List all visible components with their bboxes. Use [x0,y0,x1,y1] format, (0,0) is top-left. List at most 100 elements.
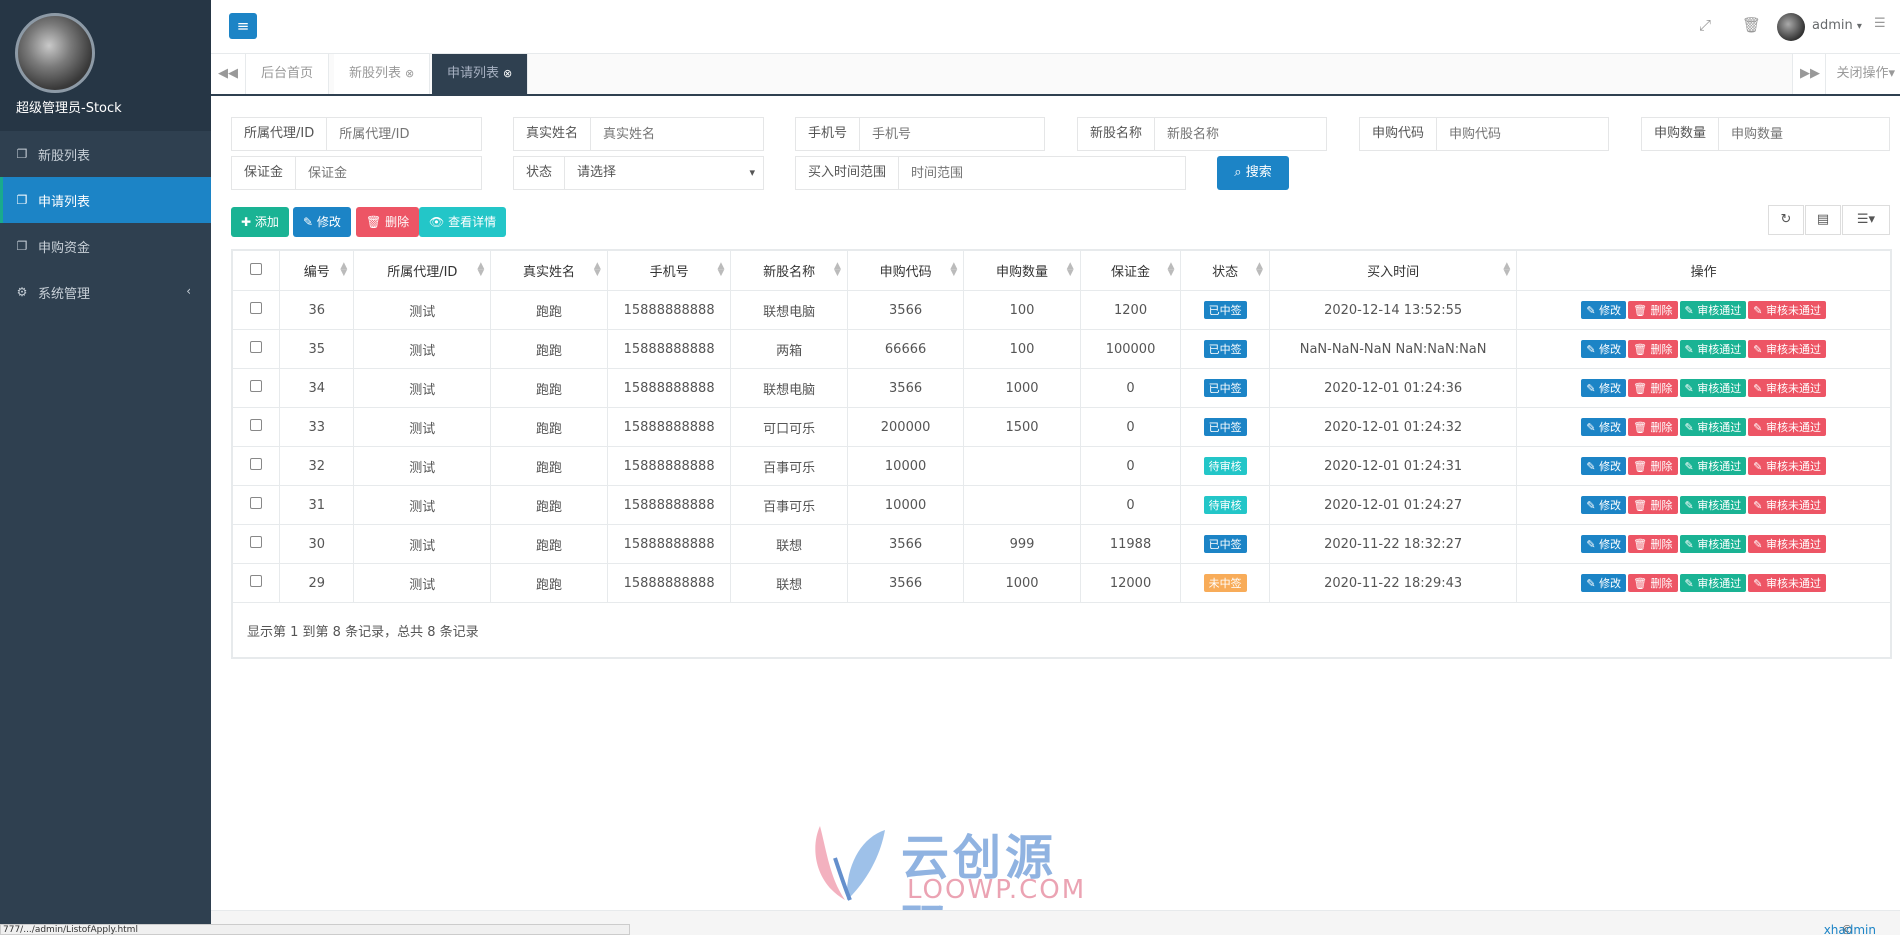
row-checkbox[interactable] [250,497,263,509]
row-delete-button[interactable]: 🗑 删除 [1628,535,1678,553]
cell-time: NaN-NaN-NaN NaN:NaN:NaN [1268,329,1518,369]
row-delete-button[interactable]: 🗑 删除 [1628,457,1678,475]
table-row[interactable]: 30 测试 跑跑 15888888888 联想 3566 999 11988 已中签 2020-1… [231,524,1891,564]
row-reject-button[interactable]: ✎ 审核未通过 [1748,418,1826,436]
column-header[interactable]: 买入时间 ▲ ▼ [1268,250,1518,291]
row-reject-button[interactable]: ✎ 审核未通过 [1748,301,1826,319]
user-menu[interactable]: admin ▾ [1812,18,1862,33]
time-range-input[interactable] [899,157,1185,189]
tab-apply[interactable]: 申请列表 ⊗ [432,54,529,94]
row-checkbox[interactable] [250,341,263,353]
table-row[interactable]: 36 测试 跑跑 15888888888 联想电脑 3566 100 1200 已中签 2020-… [231,290,1891,330]
trash-icon[interactable]: 🗑 [1742,16,1761,34]
edit-button[interactable]: ✎ 修改 [293,207,351,237]
tab-newstock[interactable]: 新股列表 ⊗ [334,54,431,94]
table-row[interactable]: 31 测试 跑跑 15888888888 百事可乐 10000 0 待审核 2020-12-01… [231,485,1891,525]
close-icon[interactable]: ⊗ [405,67,414,80]
row-approve-button[interactable]: ✎ 审核通过 [1679,535,1747,553]
table-row[interactable]: 29 测试 跑跑 15888888888 联想 3566 1000 12000 未中签 2020-… [231,563,1891,603]
close-ops-dropdown[interactable]: 关闭操作▾ [1825,54,1900,94]
column-header[interactable]: 手机号 ▲ ▼ [606,250,732,291]
table-row[interactable]: 32 测试 跑跑 15888888888 百事可乐 10000 0 待审核 2020-12-01… [231,446,1891,486]
list-icon[interactable]: ☰ [1874,16,1886,31]
row-approve-button[interactable]: ✎ 审核通过 [1679,301,1747,319]
cell-qty: 1500 [963,407,1081,447]
tab-scroll-left-button[interactable]: ◀◀ [211,54,246,94]
menu-toggle-button[interactable]: ≡ [229,13,257,39]
row-reject-button[interactable]: ✎ 审核未通过 [1748,457,1826,475]
toggle-view-button[interactable]: ▤ [1805,205,1841,235]
row-reject-button[interactable]: ✎ 审核未通过 [1748,496,1826,514]
footer-brand-link[interactable]: xhadmin [1824,923,1876,935]
column-header[interactable]: 真实姓名 ▲ ▼ [490,250,608,291]
tab-scroll-right-button[interactable]: ▶▶ [1792,54,1827,94]
sidebar-item-1[interactable]: ❐ 申请列表 [0,177,211,223]
column-header[interactable]: 申购数量 ▲ ▼ [963,250,1081,291]
row-delete-button[interactable]: 🗑 删除 [1628,496,1678,514]
row-edit-button[interactable]: ✎ 修改 [1581,574,1627,592]
row-checkbox[interactable] [250,458,263,470]
name-input[interactable] [591,118,763,150]
row-edit-button[interactable]: ✎ 修改 [1581,535,1627,553]
search-button[interactable]: ⌕ 搜索 [1217,156,1289,190]
stock-input[interactable] [1155,118,1326,150]
row-reject-button[interactable]: ✎ 审核未通过 [1748,379,1826,397]
row-delete-button[interactable]: 🗑 删除 [1628,574,1678,592]
phone-input[interactable] [860,118,1044,150]
add-button[interactable]: ✚ 添加 [231,207,289,237]
row-delete-button[interactable]: 🗑 删除 [1628,340,1678,358]
row-edit-button[interactable]: ✎ 修改 [1581,379,1627,397]
row-approve-button[interactable]: ✎ 审核通过 [1679,496,1747,514]
refresh-button[interactable]: ↻ [1768,205,1804,235]
table-row[interactable]: 35 测试 跑跑 15888888888 两箱 66666 100 100000 已中签 NaN-… [231,329,1891,369]
fullscreen-icon[interactable]: ⤢ [1699,16,1711,34]
row-approve-button[interactable]: ✎ 审核通过 [1679,418,1747,436]
close-icon[interactable]: ⊗ [503,67,512,80]
select-all-checkbox[interactable] [250,262,263,275]
sidebar-item-2[interactable]: ❐ 申购资金 [0,223,211,269]
qty-input[interactable] [1719,118,1889,150]
profile-name[interactable]: 超级管理员-Stock [16,97,122,116]
row-approve-button[interactable]: ✎ 审核通过 [1679,457,1747,475]
trash-icon: 🗑 [1633,577,1651,590]
row-checkbox[interactable] [250,575,263,587]
row-edit-button[interactable]: ✎ 修改 [1581,418,1627,436]
table-row[interactable]: 34 测试 跑跑 15888888888 联想电脑 3566 1000 0 已中签 2020-12… [231,368,1891,408]
row-approve-button[interactable]: ✎ 审核通过 [1679,379,1747,397]
column-header[interactable]: 编号 ▲ ▼ [279,250,355,291]
user-avatar[interactable] [1777,13,1805,41]
column-header[interactable]: 新股名称 ▲ ▼ [730,250,848,291]
delete-button[interactable]: 🗑 删除 [356,207,420,237]
row-checkbox[interactable] [250,536,263,548]
row-edit-button[interactable]: ✎ 修改 [1581,496,1627,514]
column-header[interactable]: 状态 ▲ ▼ [1180,250,1270,291]
sidebar-item-0[interactable]: ❐ 新股列表 [0,131,211,177]
agent-input[interactable] [327,118,481,150]
columns-dropdown[interactable]: ☰▾ [1842,205,1890,235]
avatar[interactable] [15,13,95,93]
row-edit-button[interactable]: ✎ 修改 [1581,301,1627,319]
row-checkbox[interactable] [250,419,263,431]
row-delete-button[interactable]: 🗑 删除 [1628,301,1678,319]
row-delete-button[interactable]: 🗑 删除 [1628,418,1678,436]
code-input[interactable] [1437,118,1608,150]
row-reject-button[interactable]: ✎ 审核未通过 [1748,535,1826,553]
deposit-input[interactable] [296,157,481,189]
row-edit-button[interactable]: ✎ 修改 [1581,457,1627,475]
column-header[interactable]: 申购代码 ▲ ▼ [846,250,965,291]
row-edit-button[interactable]: ✎ 修改 [1581,340,1627,358]
sidebar-item-3[interactable]: ⚙ 系统管理 ‹ [0,269,211,315]
detail-button[interactable]: 👁 查看详情 [419,207,507,237]
column-header[interactable]: 保证金 ▲ ▼ [1079,250,1182,291]
tab-home[interactable]: 后台首页 [246,54,330,94]
table-row[interactable]: 33 测试 跑跑 15888888888 可口可乐 200000 1500 0 已中签 2020-… [231,407,1891,447]
row-checkbox[interactable] [250,380,263,392]
status-select[interactable]: 请选择 [565,157,763,189]
row-delete-button[interactable]: 🗑 删除 [1628,379,1678,397]
row-approve-button[interactable]: ✎ 审核通过 [1679,340,1747,358]
row-reject-button[interactable]: ✎ 审核未通过 [1748,340,1826,358]
column-header[interactable]: 所属代理/ID ▲ ▼ [353,250,492,291]
row-checkbox[interactable] [250,302,263,314]
row-reject-button[interactable]: ✎ 审核未通过 [1748,574,1826,592]
row-approve-button[interactable]: ✎ 审核通过 [1679,574,1747,592]
